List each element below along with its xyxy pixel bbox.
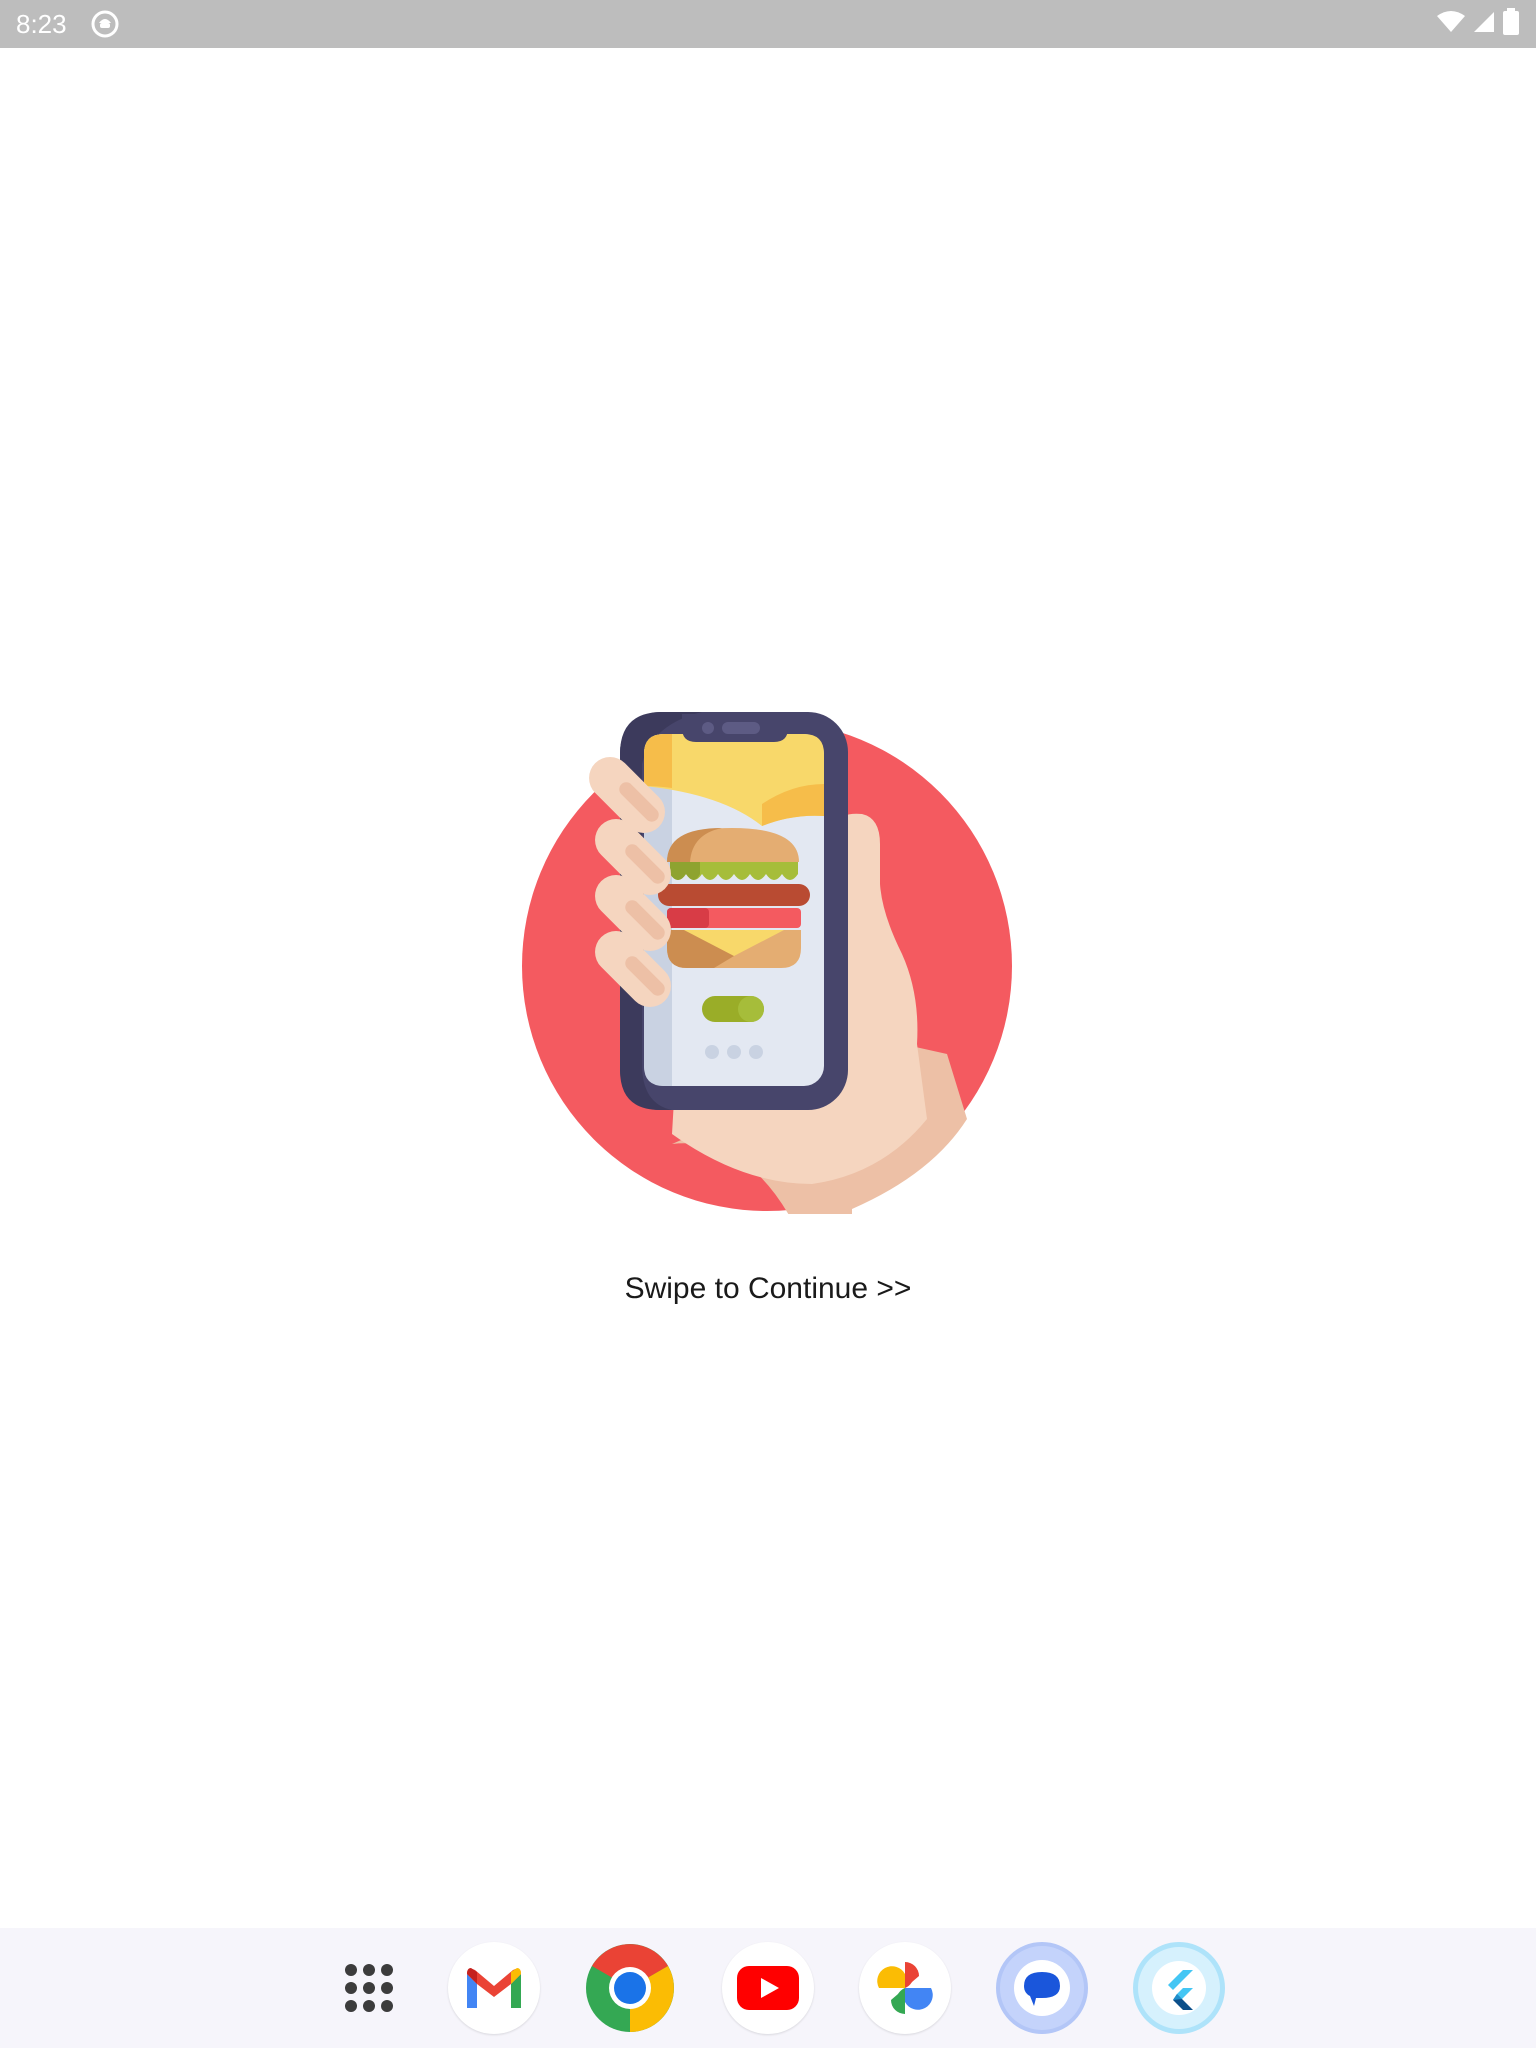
- photos-icon[interactable]: [859, 1942, 951, 2034]
- dock: [0, 1928, 1536, 2048]
- wifi-icon: [1436, 10, 1466, 39]
- flutter-icon[interactable]: [1133, 1942, 1225, 2034]
- gmail-icon[interactable]: [448, 1942, 540, 2034]
- status-icons: [1436, 7, 1520, 41]
- chrome-icon[interactable]: [584, 1942, 676, 2034]
- swipe-to-continue-label[interactable]: Swipe to Continue >>: [0, 1272, 1536, 1306]
- status-bar: 8:23: [0, 0, 1536, 48]
- battery-icon: [1502, 7, 1520, 41]
- youtube-icon[interactable]: [722, 1942, 814, 2034]
- onboarding-screen[interactable]: Swipe to Continue >>: [0, 48, 1536, 1928]
- app-drawer-icon[interactable]: [323, 1942, 415, 2034]
- messages-icon[interactable]: [996, 1942, 1088, 2034]
- hand-holding-phone-burger-icon: [522, 664, 1012, 1264]
- cell-signal-icon: [1472, 10, 1496, 39]
- launcher-face-icon: [91, 10, 119, 38]
- status-time: 8:23: [16, 9, 67, 39]
